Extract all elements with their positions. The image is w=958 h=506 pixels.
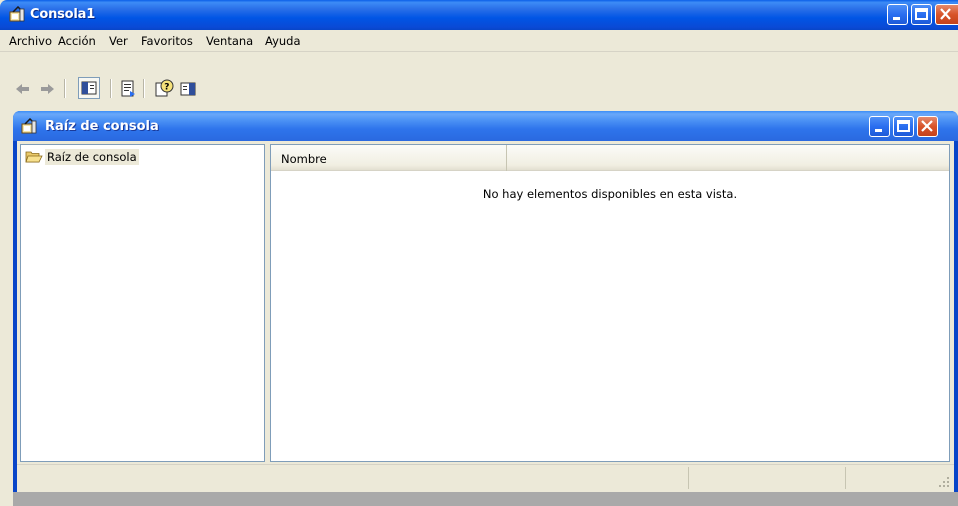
svg-text:?: ?	[164, 83, 169, 93]
menu-accion[interactable]: Acción	[58, 34, 96, 48]
window-title: Consola1	[30, 7, 96, 22]
tree-item-label: Raíz de consola	[45, 149, 139, 165]
toolbar-separator	[110, 79, 111, 98]
resize-grip-icon[interactable]	[938, 476, 950, 488]
maximize-icon	[897, 120, 910, 132]
status-panel	[688, 467, 845, 489]
show-hide-tree-icon	[81, 81, 97, 95]
export-list-icon[interactable]	[118, 79, 138, 99]
mdi-background	[13, 492, 958, 506]
menu-favoritos[interactable]: Favoritos	[141, 34, 193, 48]
column-header-nombre[interactable]: Nombre	[271, 145, 507, 171]
menu-ayuda[interactable]: Ayuda	[265, 34, 301, 48]
minimize-icon	[893, 17, 900, 20]
close-button[interactable]	[935, 4, 958, 25]
folder-open-icon	[25, 151, 43, 163]
results-pane[interactable]: Nombre No hay elementos disponibles en e…	[270, 144, 950, 462]
mmc-console-icon	[21, 118, 37, 134]
window-titlebar[interactable]: Consola1	[0, 0, 958, 30]
show-hide-action-pane-icon[interactable]	[178, 79, 198, 99]
close-icon	[921, 120, 933, 132]
empty-view-message: No hay elementos disponibles en esta vis…	[482, 187, 738, 201]
child-window-titlebar[interactable]: Raíz de consola	[13, 111, 958, 141]
menu-archivo[interactable]: Archivo	[9, 34, 52, 48]
column-header-label: Nombre	[281, 152, 327, 166]
column-header-row: Nombre	[271, 145, 949, 171]
status-bar	[17, 464, 954, 492]
close-icon	[940, 8, 951, 20]
back-arrow-icon[interactable]	[13, 79, 33, 99]
scope-tree-pane[interactable]: Raíz de consola	[20, 144, 265, 462]
menu-ver[interactable]: Ver	[109, 34, 128, 48]
child-close-button[interactable]	[917, 116, 938, 137]
minimize-button[interactable]	[887, 4, 908, 25]
menu-bar: Archivo Acción Ver Favoritos Ventana Ayu…	[0, 30, 958, 52]
maximize-icon	[915, 8, 928, 20]
child-window-title: Raíz de consola	[45, 119, 159, 134]
child-minimize-button[interactable]	[869, 116, 890, 137]
minimize-icon	[875, 129, 882, 132]
forward-arrow-icon[interactable]	[37, 79, 57, 99]
mmc-console-icon	[9, 6, 25, 22]
tree-item-root[interactable]: Raíz de consola	[25, 149, 139, 165]
maximize-button[interactable]	[911, 4, 932, 25]
menu-ventana[interactable]: Ventana	[206, 34, 253, 48]
main-window: Consola1 Archivo Acción Ver Favoritos Ve…	[0, 0, 958, 506]
child-maximize-button[interactable]	[893, 116, 914, 137]
toolbar-separator	[64, 79, 65, 98]
toolbar-separator	[143, 79, 144, 98]
help-icon[interactable]: ?	[154, 79, 174, 99]
show-hide-tree-button[interactable]	[78, 77, 100, 99]
